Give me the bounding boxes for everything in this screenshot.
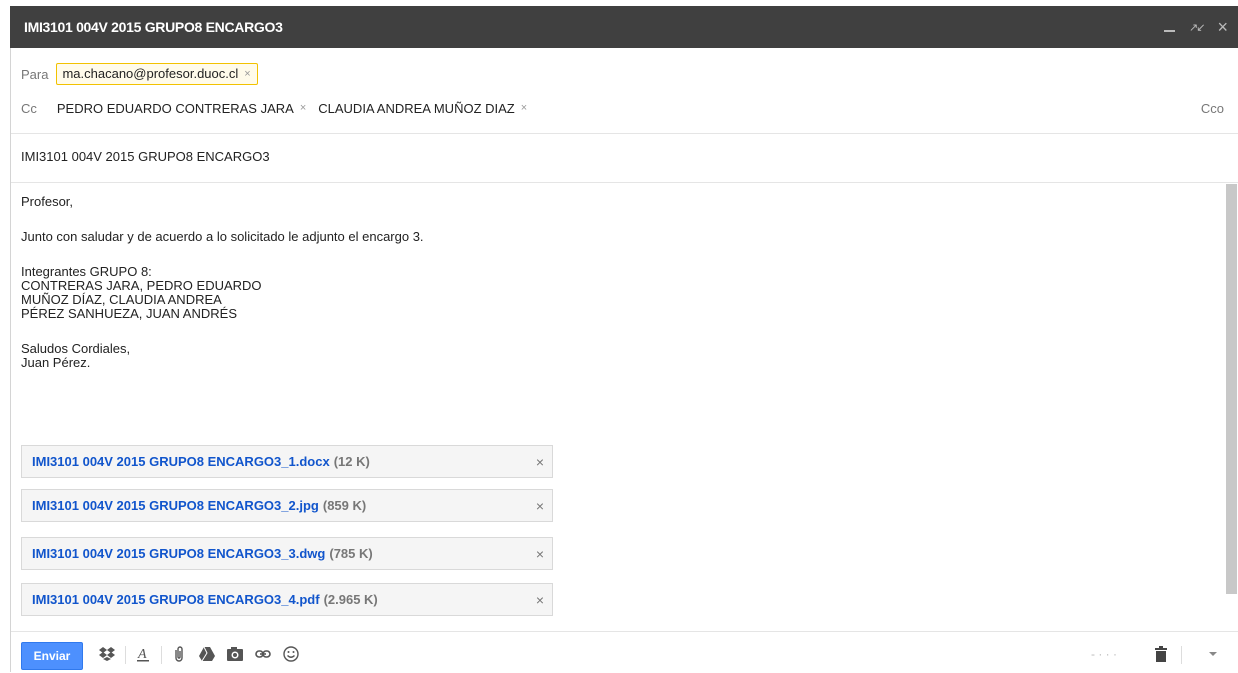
attachment-size: (785 K)	[329, 546, 373, 561]
to-recipient-email: ma.chacano@profesor.duoc.cl	[62, 66, 239, 81]
photo-icon[interactable]	[225, 644, 245, 664]
dropbox-icon[interactable]	[97, 644, 117, 664]
emoji-icon[interactable]	[281, 644, 301, 664]
minimize-icon[interactable]	[1164, 30, 1176, 32]
remove-attachment-icon[interactable]: ×	[536, 546, 544, 562]
divider	[11, 133, 1238, 134]
remove-attachment-icon[interactable]: ×	[536, 498, 544, 514]
bcc-link[interactable]: Cco	[1201, 101, 1224, 116]
send-button[interactable]: Enviar	[21, 642, 83, 670]
member-line: MUÑOZ DÍAZ, CLAUDIA ANDREA	[21, 292, 222, 307]
link-icon[interactable]	[253, 644, 273, 664]
trash-icon[interactable]	[1151, 644, 1171, 664]
cc-recipient-chip[interactable]: PEDRO EDUARDO CONTRERAS JARA ×	[57, 101, 306, 116]
svg-text:A: A	[137, 647, 147, 662]
remove-recipient-icon[interactable]: ×	[300, 102, 306, 114]
attachment-item[interactable]: IMI3101 004V 2015 GRUPO8 ENCARGO3_1.docx…	[21, 445, 553, 478]
attachment-name[interactable]: IMI3101 004V 2015 GRUPO8 ENCARGO3_4.pdf	[32, 592, 320, 607]
saved-status: - · · ·	[1091, 647, 1117, 661]
scrollbar[interactable]	[1226, 184, 1237, 594]
expand-icon[interactable]: ↗↙	[1189, 21, 1206, 34]
remove-recipient-icon[interactable]: ×	[244, 68, 250, 80]
to-label: Para	[21, 66, 49, 82]
to-recipient-chip[interactable]: ma.chacano@profesor.duoc.cl ×	[56, 63, 258, 85]
compose-panel: Para ma.chacano@profesor.duoc.cl × Cc PE…	[10, 48, 1238, 672]
body-signature: Juan Pérez.	[21, 355, 91, 370]
member-line: PÉREZ SANHUEZA, JUAN ANDRÉS	[21, 306, 237, 321]
body-greeting: Profesor,	[21, 194, 74, 209]
attachment-item[interactable]: IMI3101 004V 2015 GRUPO8 ENCARGO3_2.jpg …	[21, 489, 553, 522]
remove-recipient-icon[interactable]: ×	[521, 102, 527, 114]
attachment-size: (12 K)	[333, 454, 370, 469]
to-row: Para ma.chacano@profesor.duoc.cl ×	[21, 62, 258, 86]
toolbar-separator	[125, 646, 126, 664]
remove-attachment-icon[interactable]: ×	[536, 454, 544, 470]
member-line: CONTRERAS JARA, PEDRO EDUARDO	[21, 278, 262, 293]
drive-icon[interactable]	[197, 644, 217, 664]
cc-label: Cc	[21, 100, 37, 116]
divider	[11, 182, 1238, 183]
remove-attachment-icon[interactable]: ×	[536, 592, 544, 608]
attach-icon[interactable]	[169, 644, 189, 664]
compose-title: IMI3101 004V 2015 GRUPO8 ENCARGO3	[24, 19, 283, 35]
close-icon[interactable]: ×	[1217, 18, 1228, 36]
cc-recipient-name: PEDRO EDUARDO CONTRERAS JARA	[56, 100, 294, 116]
message-body[interactable]: Profesor, Junto con saludar y de acuerdo…	[21, 195, 1211, 370]
body-line: Junto con saludar y de acuerdo a lo soli…	[21, 229, 424, 244]
attachment-name[interactable]: IMI3101 004V 2015 GRUPO8 ENCARGO3_1.docx	[32, 454, 330, 469]
more-options-icon[interactable]	[1203, 644, 1223, 664]
cc-recipient-chip[interactable]: CLAUDIA ANDREA MUÑOZ DIAZ ×	[318, 101, 527, 116]
attachment-size: (2.965 K)	[323, 592, 378, 607]
attachment-size: (859 K)	[322, 498, 367, 513]
members-title: Integrantes GRUPO 8:	[21, 264, 152, 279]
window-controls: ↗↙ ×	[1164, 6, 1228, 48]
compose-titlebar[interactable]: IMI3101 004V 2015 GRUPO8 ENCARGO3 ↗↙ ×	[10, 6, 1238, 48]
toolbar-separator	[161, 646, 162, 664]
attachment-item[interactable]: IMI3101 004V 2015 GRUPO8 ENCARGO3_4.pdf …	[21, 583, 553, 616]
compose-toolbar: Enviar A - · · ·	[11, 631, 1238, 673]
body-closing: Saludos Cordiales,	[21, 341, 131, 356]
format-text-icon[interactable]: A	[133, 644, 153, 664]
cc-row: Cc PEDRO EDUARDO CONTRERAS JARA × CLAUDI…	[21, 96, 527, 120]
attachment-item[interactable]: IMI3101 004V 2015 GRUPO8 ENCARGO3_3.dwg …	[21, 537, 553, 570]
toolbar-separator	[1181, 646, 1182, 664]
attachment-name[interactable]: IMI3101 004V 2015 GRUPO8 ENCARGO3_2.jpg	[32, 498, 319, 513]
subject-field[interactable]: IMI3101 004V 2015 GRUPO8 ENCARGO3	[21, 149, 270, 164]
attachment-name[interactable]: IMI3101 004V 2015 GRUPO8 ENCARGO3_3.dwg	[32, 546, 325, 561]
cc-recipient-name: CLAUDIA ANDREA MUÑOZ DIAZ	[318, 100, 515, 116]
